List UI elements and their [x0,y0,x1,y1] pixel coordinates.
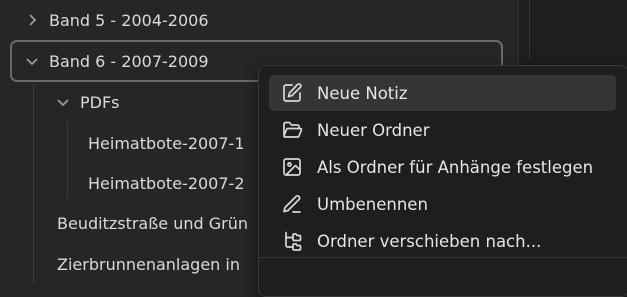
tree-folder-pdfs[interactable]: PDFs [56,86,120,118]
indent-guide [33,84,34,284]
tree-item-label: Beuditzstraße und Grün [57,213,249,233]
folder-open-icon [281,119,303,141]
tree-item-label: PDFs [80,92,120,112]
image-icon [281,156,303,178]
tree-item-label: Heimatbote-2007-1 [88,133,245,153]
menu-item-new-note[interactable]: Neue Notiz [269,75,616,111]
divider [529,0,530,60]
chevron-down-icon[interactable] [56,95,70,109]
edit-note-icon [281,82,303,104]
menu-item-new-folder[interactable]: Neuer Ordner [269,112,616,148]
pencil-icon [281,193,303,215]
chevron-right-icon[interactable] [25,13,39,27]
tree-file-heimatbote-2[interactable]: Heimatbote-2007-2 [88,167,245,199]
tree-file-beuditzstrasse[interactable]: Beuditzstraße und Grün [57,207,248,239]
tree-item-label: Heimatbote-2007-2 [88,173,245,193]
menu-item-move-folder[interactable]: Ordner verschieben nach... [269,223,616,259]
menu-item-rename[interactable]: Umbenennen [269,186,616,222]
menu-item-label: Ordner verschieben nach... [317,231,542,251]
tree-item-label: Zierbrunnenanlagen in [57,254,240,274]
tree-file-heimatbote-1[interactable]: Heimatbote-2007-1 [88,127,245,159]
menu-item-label: Neuer Ordner [317,120,430,140]
context-menu: Neue Notiz Neuer Ordner Als Ordner für A… [258,65,627,297]
tree-item-label: Band 5 - 2004-2006 [49,10,209,30]
indent-guide [67,122,68,198]
menu-item-label: Umbenennen [317,194,428,214]
tree-file-zierbrunnenanlagen[interactable]: Zierbrunnenanlagen in [57,248,240,280]
menu-separator [259,257,627,258]
menu-item-label: Neue Notiz [317,83,408,103]
menu-item-set-attachment-folder[interactable]: Als Ordner für Anhänge festlegen [269,149,616,185]
menu-item-label: Als Ordner für Anhänge festlegen [317,157,594,177]
tree-folder-band-5[interactable]: Band 5 - 2004-2006 [25,4,209,36]
chevron-down-icon[interactable] [25,54,39,68]
tree-item-label: Band 6 - 2007-2009 [49,51,209,71]
folder-tree-icon [281,230,303,252]
